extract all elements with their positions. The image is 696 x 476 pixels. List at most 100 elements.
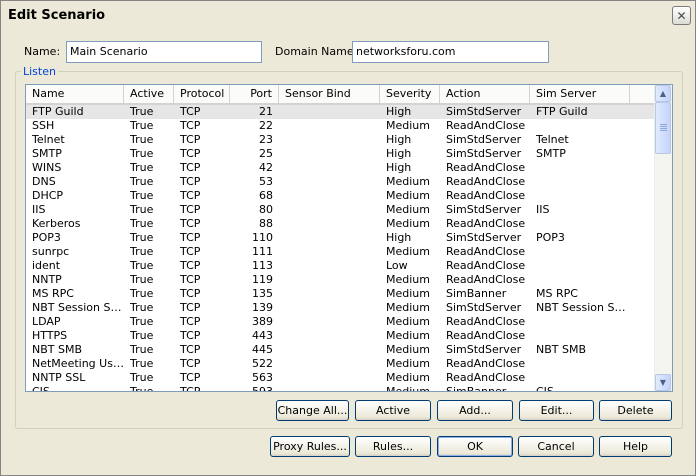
cell-severity: Medium: [386, 287, 430, 300]
table-row[interactable]: NBT SMB True TCP 445 Medium SimStdServer NBT S…: [26, 343, 656, 357]
cell-sensor-bind: [279, 357, 380, 371]
cell-port: 443: [252, 329, 273, 342]
cell-severity: High: [386, 231, 412, 244]
thumb-grip-line: [660, 130, 667, 131]
thumb-grip-line: [660, 124, 667, 125]
cell-action: ReadAndClose: [446, 161, 526, 174]
cancel-button[interactable]: Cancel: [518, 436, 594, 457]
cell-sim-server: [530, 329, 630, 343]
thumb-grip-line: [660, 128, 667, 129]
table-row[interactable]: IIS True TCP 80 Medium SimStdServer IIS: [26, 203, 656, 217]
cell-severity: High: [386, 147, 412, 160]
cell-severity: High: [386, 133, 412, 146]
ok-button[interactable]: OK: [437, 436, 513, 457]
cell-port: 22: [259, 119, 273, 132]
cell-name: HTTPS: [32, 329, 68, 342]
table-row[interactable]: FTP Guild True TCP 21 High SimStdServer FTP Gu…: [26, 105, 656, 119]
cell-protocol: TCP: [180, 203, 201, 216]
cell-name: DNS: [32, 175, 56, 188]
cell-action: SimBanner: [446, 287, 507, 300]
cell-active: True: [130, 119, 154, 132]
cell-sim-server: IIS: [536, 203, 550, 216]
cell-sim-server: SMTP: [536, 147, 566, 160]
cell-name: NNTP SSL: [32, 371, 86, 384]
cell-sim-server: [530, 189, 630, 203]
table-row[interactable]: DHCP True TCP 68 Medium ReadAndClose: [26, 189, 656, 203]
column-header-port[interactable]: Port: [230, 85, 279, 103]
scroll-up-button[interactable]: ▲: [655, 85, 671, 102]
edit-button[interactable]: Edit...: [519, 400, 594, 421]
cell-action: ReadAndClose: [446, 189, 526, 202]
listen-table[interactable]: Name Active Protocol Port Sensor Bind Severit…: [25, 84, 673, 392]
column-header-sim-server[interactable]: Sim Server: [530, 85, 630, 103]
cell-name: Kerberos: [32, 217, 81, 230]
cell-name: NBT Session Ser...: [32, 301, 124, 314]
cell-sensor-bind: [279, 315, 380, 329]
table-row[interactable]: Kerberos True TCP 88 Medium ReadAndClose: [26, 217, 656, 231]
close-button[interactable]: ✕: [672, 6, 691, 25]
table-row[interactable]: ident True TCP 113 Low ReadAndClose: [26, 259, 656, 273]
cell-protocol: TCP: [180, 259, 201, 272]
active-button[interactable]: Active: [355, 400, 431, 421]
table-row[interactable]: NBT Session Ser... True TCP 139 Medium SimStd…: [26, 301, 656, 315]
cell-protocol: TCP: [180, 315, 201, 328]
column-header-active[interactable]: Active: [124, 85, 174, 103]
vertical-scrollbar[interactable]: ▲ ▼: [654, 85, 672, 391]
help-button[interactable]: Help: [599, 436, 672, 457]
change-all-button[interactable]: Change All...: [276, 400, 349, 421]
table-row[interactable]: DNS True TCP 53 Medium ReadAndClose: [26, 175, 656, 189]
table-row[interactable]: MS RPC True TCP 135 Medium SimBanner MS RPC: [26, 287, 656, 301]
cell-severity: Medium: [386, 119, 430, 132]
cell-active: True: [130, 287, 154, 300]
cell-sensor-bind: [279, 133, 380, 147]
column-header-protocol[interactable]: Protocol: [174, 85, 230, 103]
cell-sim-server: [530, 273, 630, 287]
cell-protocol: TCP: [180, 119, 201, 132]
table-row[interactable]: Telnet True TCP 23 High SimStdServer Telnet: [26, 133, 656, 147]
cell-sensor-bind: [279, 231, 380, 245]
table-row[interactable]: NetMeeting User... True TCP 522 Medium ReadAn…: [26, 357, 656, 371]
cell-sensor-bind: [279, 245, 380, 259]
domain-name-input[interactable]: networksforu.com: [352, 41, 549, 63]
table-row[interactable]: SMTP True TCP 25 High SimStdServer SMTP: [26, 147, 656, 161]
rules-button[interactable]: Rules...: [355, 436, 431, 457]
proxy-rules-button[interactable]: Proxy Rules...: [270, 436, 350, 457]
cell-name: CIS: [32, 385, 50, 392]
cell-action: ReadAndClose: [446, 273, 526, 286]
table-row[interactable]: LDAP True TCP 389 Medium ReadAndClose: [26, 315, 656, 329]
name-input[interactable]: Main Scenario: [66, 41, 262, 63]
cell-action: SimStdServer: [446, 133, 522, 146]
add-button[interactable]: Add...: [437, 400, 513, 421]
cell-action: ReadAndClose: [446, 245, 526, 258]
cell-active: True: [130, 217, 154, 230]
cell-active: True: [130, 329, 154, 342]
cell-severity: Medium: [386, 301, 430, 314]
cell-active: True: [130, 147, 154, 160]
scroll-down-button[interactable]: ▼: [655, 374, 671, 391]
table-row[interactable]: HTTPS True TCP 443 Medium ReadAndClose: [26, 329, 656, 343]
column-header-action[interactable]: Action: [440, 85, 530, 103]
column-header-sensor-bind[interactable]: Sensor Bind: [279, 85, 380, 103]
delete-button[interactable]: Delete: [599, 400, 672, 421]
table-row[interactable]: sunrpc True TCP 111 Medium ReadAndClose: [26, 245, 656, 259]
table-row[interactable]: NNTP True TCP 119 Medium ReadAndClose: [26, 273, 656, 287]
cell-name: NBT SMB: [32, 343, 83, 356]
cell-severity: Low: [386, 259, 408, 272]
cell-sim-server: POP3: [536, 231, 565, 244]
table-row[interactable]: SSH True TCP 22 Medium ReadAndClose: [26, 119, 656, 133]
cell-port: 593: [252, 385, 273, 392]
dialog-title: Edit Scenario: [8, 8, 106, 23]
column-header-severity[interactable]: Severity: [380, 85, 440, 103]
cell-protocol: TCP: [180, 105, 201, 118]
scroll-thumb[interactable]: [655, 102, 671, 154]
table-row[interactable]: WINS True TCP 42 High ReadAndClose: [26, 161, 656, 175]
table-row[interactable]: POP3 True TCP 110 High SimStdServer POP3: [26, 231, 656, 245]
column-header-name[interactable]: Name: [26, 85, 124, 103]
cell-sim-server: [530, 175, 630, 189]
table-row[interactable]: CIS True TCP 593 Medium SimBanner CIS: [26, 385, 656, 392]
cell-name: NetMeeting User...: [32, 357, 124, 370]
table-row[interactable]: NNTP SSL True TCP 563 Medium ReadAndClose: [26, 371, 656, 385]
cell-name: Telnet: [32, 133, 65, 146]
cell-protocol: TCP: [180, 133, 201, 146]
cell-name: sunrpc: [32, 245, 70, 258]
